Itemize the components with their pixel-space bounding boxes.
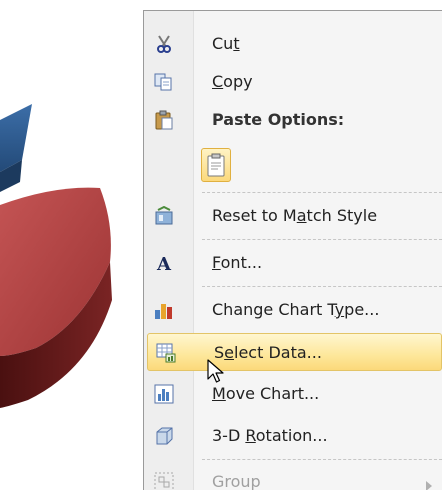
font-icon: A bbox=[154, 253, 174, 273]
menu-item-reset-to-match-style[interactable]: Reset to Match Style bbox=[146, 197, 442, 235]
menu-section-paste-options: Paste Options: bbox=[146, 101, 442, 139]
menu-item-label: Reset to Match Style bbox=[212, 206, 378, 225]
menu-item-move-chart[interactable]: Move Chart... bbox=[146, 375, 442, 413]
menu-item-label: Copy bbox=[212, 72, 253, 91]
context-menu: Cut Copy Paste Options: Reset to Match S… bbox=[143, 10, 442, 490]
menu-item-cut[interactable]: Cut bbox=[146, 25, 442, 63]
menu-item-label: 3-D Rotation... bbox=[212, 426, 328, 445]
reset-style-icon bbox=[154, 206, 174, 226]
paste-options-label: Paste Options: bbox=[212, 110, 345, 129]
scissors-icon bbox=[154, 34, 174, 54]
chart-type-icon bbox=[154, 300, 174, 320]
menu-separator bbox=[202, 192, 442, 193]
menu-item-font[interactable]: A Font... bbox=[146, 244, 442, 282]
paste-icon bbox=[154, 110, 174, 130]
menu-item-select-data[interactable]: Select Data... bbox=[147, 333, 442, 371]
menu-item-label: Move Chart... bbox=[212, 384, 320, 403]
menu-separator bbox=[202, 459, 442, 460]
menu-item-group[interactable]: Group bbox=[146, 463, 442, 490]
menu-item-3d-rotation[interactable]: 3-D Rotation... bbox=[146, 417, 442, 455]
mouse-pointer-icon bbox=[207, 359, 224, 383]
menu-item-copy[interactable]: Copy bbox=[146, 63, 442, 101]
menu-item-label: Change Chart Type... bbox=[212, 300, 380, 319]
menu-item-label: Font... bbox=[212, 253, 263, 272]
paste-keep-source-button[interactable] bbox=[201, 148, 231, 182]
select-data-icon bbox=[156, 343, 176, 363]
menu-item-change-chart-type[interactable]: Change Chart Type... bbox=[146, 291, 442, 329]
3d-rotation-icon bbox=[154, 426, 174, 446]
move-chart-icon bbox=[154, 384, 174, 404]
menu-item-label: Group bbox=[212, 472, 261, 490]
copy-icon bbox=[154, 72, 174, 92]
menu-separator bbox=[202, 286, 442, 287]
pie-slice-blue[interactable] bbox=[0, 104, 32, 172]
group-icon bbox=[154, 472, 174, 490]
menu-item-label: Cut bbox=[212, 34, 240, 53]
svg-text:A: A bbox=[156, 254, 172, 273]
clipboard-icon bbox=[207, 153, 225, 177]
menu-separator bbox=[202, 239, 442, 240]
menu-item-label: Select Data... bbox=[214, 343, 322, 362]
submenu-arrow-icon bbox=[426, 476, 432, 490]
pie-chart-fragment[interactable] bbox=[0, 0, 135, 490]
